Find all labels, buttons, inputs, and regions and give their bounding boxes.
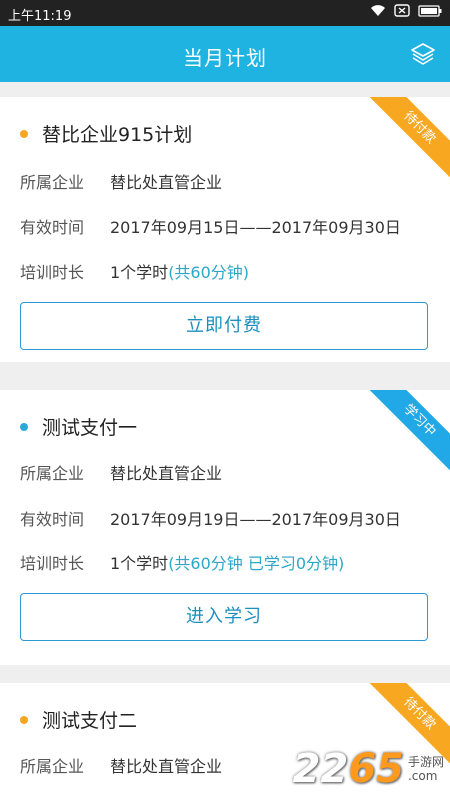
status-icons [370,4,442,17]
watermark-text-b: .com [407,769,438,783]
period-row: 有效时间 2017年09月15日——2017年09月30日 [20,214,401,238]
company-value: 替比处直管企业 [110,757,223,776]
company-label: 所属企业 [20,757,85,776]
company-row: 所属企业 替比处直管企业 [20,169,222,193]
site-watermark: 2265 手游网 .com [293,746,444,792]
plan-title-text: 替比企业915计划 [42,124,193,146]
duration-value: 1个学时 [110,554,169,573]
company-value: 替比处直管企业 [110,173,223,192]
status-ribbon: 待付款 [363,97,450,184]
status-dot [20,129,28,138]
duration-label: 培训时长 [20,263,85,282]
status-bar: 上午11:19 [0,0,450,26]
period-value: 2017年09月19日——2017年09月30日 [110,510,401,529]
plan-title: 替比企业915计划 [20,120,192,147]
wifi-icon [371,5,385,16]
period-label: 有效时间 [20,510,85,529]
pay-now-button[interactable]: 立即付费 [20,302,428,350]
status-time: 上午11:19 [8,9,72,24]
plan-title: 测试支付一 [20,413,137,440]
status-dot [20,422,28,431]
enter-learning-button[interactable]: 进入学习 [20,593,428,641]
company-label: 所属企业 [20,464,85,483]
plan-title-text: 测试支付二 [42,710,138,732]
plan-title-text: 测试支付一 [42,417,138,439]
duration-detail: (共60分钟 已学习0分钟) [168,554,345,573]
plan-card: 学习中 测试支付一 所属企业 替比处直管企业 有效时间 2017年09月19日——2… [0,390,450,665]
status-ribbon: 学习中 [363,390,450,477]
app-header: 当月计划 [0,26,450,82]
watermark-number-a: 22 [292,746,349,792]
watermark-number: 2265 [293,746,404,792]
duration-label: 培训时长 [20,554,85,573]
status-dot [20,715,28,724]
plan-title: 测试支付二 [20,706,137,733]
company-value: 替比处直管企业 [110,464,223,483]
watermark-number-b: 65 [348,746,404,792]
company-row: 所属企业 替比处直管企业 [20,753,222,777]
watermark-text: 手游网 .com [408,755,444,783]
duration-detail: (共60分钟) [168,263,250,282]
page-title: 当月计划 [183,46,267,70]
layers-icon[interactable] [410,42,436,66]
period-row: 有效时间 2017年09月19日——2017年09月30日 [20,506,401,530]
company-label: 所属企业 [20,173,85,192]
company-row: 所属企业 替比处直管企业 [20,460,222,484]
duration-value: 1个学时 [110,263,169,282]
plan-card: 待付款 替比企业915计划 所属企业 替比处直管企业 有效时间 2017年09月15… [0,97,450,362]
duration-row: 培训时长 1个学时(共60分钟) [20,259,249,283]
period-value: 2017年09月15日——2017年09月30日 [110,218,401,237]
duration-row: 培训时长 1个学时(共60分钟 已学习0分钟) [20,550,344,574]
battery-icon [418,4,442,17]
period-label: 有效时间 [20,218,85,237]
watermark-text-a: 手游网 [407,755,444,769]
no-sim-icon [394,4,410,17]
